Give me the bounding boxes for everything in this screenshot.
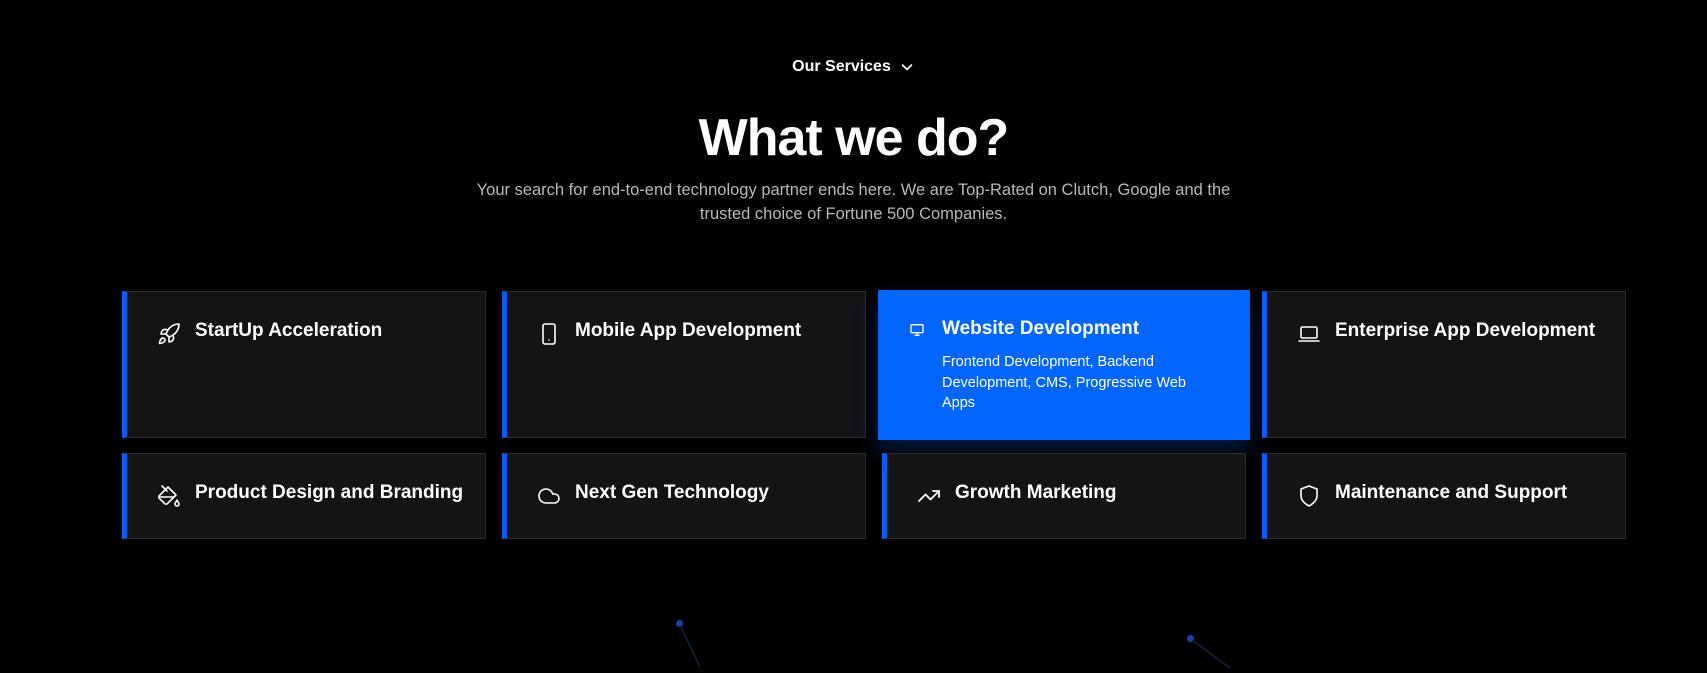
service-label: Product Design and Branding [195, 482, 464, 503]
service-card-startup-acceleration[interactable]: StartUp Acceleration [122, 291, 486, 438]
service-label: StartUp Acceleration [195, 320, 383, 341]
paint-bucket-icon [157, 484, 181, 508]
service-card-mobile-app-development[interactable]: Mobile App Development [502, 291, 866, 438]
monitor-icon [909, 322, 925, 338]
eyebrow-label: Our Services [792, 58, 891, 75]
page-subtitle: Your search for end-to-end technology pa… [476, 181, 1231, 223]
service-label: Enterprise App Development [1335, 320, 1596, 341]
cloud-icon [537, 484, 561, 508]
service-label: Website Development [942, 318, 1140, 339]
service-card-enterprise-app-development[interactable]: Enterprise App Development [1262, 291, 1626, 438]
service-card-product-design-and-branding[interactable]: Product Design and Branding [122, 453, 486, 539]
service-card-maintenance-and-support[interactable]: Maintenance and Support [1262, 453, 1626, 539]
rocket-icon [157, 322, 181, 346]
page-title: What we do? [698, 109, 1010, 167]
decorative-line-left [679, 624, 701, 668]
section-eyebrow[interactable]: Our Services [0, 58, 1707, 76]
service-card-growth-marketing[interactable]: Growth Marketing [882, 453, 1246, 539]
decorative-line-right [1191, 639, 1231, 669]
service-label: Growth Marketing [955, 482, 1117, 503]
trending-up-icon [917, 484, 941, 508]
service-card-next-gen-technology[interactable]: Next Gen Technology [502, 453, 866, 539]
service-card-website-development[interactable]: Website Development Frontend Development… [878, 290, 1250, 440]
service-label: Next Gen Technology [575, 482, 769, 503]
laptop-icon [1297, 322, 1321, 346]
smartphone-icon [537, 322, 561, 346]
service-label: Mobile App Development [575, 320, 802, 341]
service-label: Maintenance and Support [1335, 482, 1568, 503]
service-description: Frontend Development, Backend Developmen… [942, 354, 1186, 411]
chevron-down-icon [899, 59, 915, 75]
shield-icon [1297, 484, 1321, 508]
